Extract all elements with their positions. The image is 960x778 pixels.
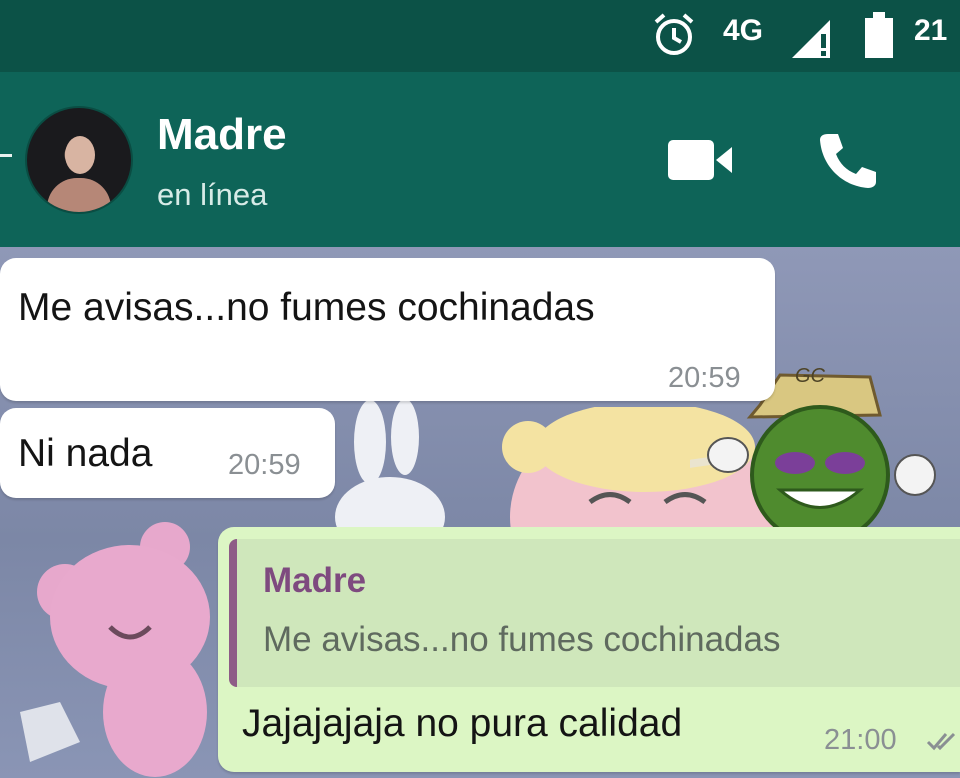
wallpaper-bear [20,487,250,777]
back-arrow-icon[interactable] [0,154,12,157]
voice-call-icon[interactable] [818,130,880,195]
quote-bar [229,539,237,687]
avatar-body [47,178,111,212]
incoming-message[interactable]: Me avisas...no fumes cochinadas 20:59 [0,258,775,401]
contact-status: en línea [157,177,268,212]
network-type: 4G [723,14,764,47]
double-check-icon [926,730,960,757]
chat-header: Madre en línea [0,72,960,247]
contact-name[interactable]: Madre [157,110,287,160]
avatar[interactable] [25,106,133,214]
video-call-icon[interactable] [668,138,734,187]
outgoing-message[interactable]: Madre Me avisas...no fumes cochinadas Ja… [218,527,960,772]
message-time: 20:59 [228,449,301,481]
quote-text: Me avisas...no fumes cochinadas [263,620,781,659]
signal-icon [790,18,834,68]
chat-area[interactable]: GC Me avisas...no fumes cochinadas 20:59… [0,247,960,778]
status-bar: 4G 21 [0,0,960,72]
clock-time: 21 [914,14,948,47]
incoming-message[interactable]: Ni nada 20:59 [0,408,335,498]
wallpaper-rabbit [330,397,460,557]
quoted-message[interactable]: Madre Me avisas...no fumes cochinadas [229,539,960,687]
message-text: Jajajajaja no pura calidad [242,702,683,745]
message-text: Ni nada [18,432,153,475]
message-time: 21:00 [824,724,897,756]
quote-author: Madre [263,561,367,600]
message-time: 20:59 [668,362,741,394]
battery-icon [864,12,894,68]
avatar-face [65,136,95,174]
watermark-text: GC [795,365,825,387]
message-text: Me avisas...no fumes cochinadas [18,286,595,329]
alarm-icon [652,12,696,66]
